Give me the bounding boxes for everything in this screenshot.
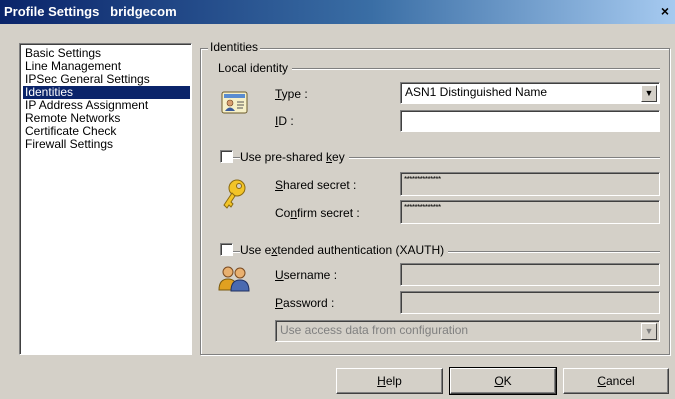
access-data-select[interactable]: Use access data from configuration ▼ [275, 320, 660, 342]
shared-secret-label: Shared secret : [275, 178, 357, 192]
chevron-down-icon[interactable]: ▼ [641, 323, 657, 340]
username-label: Username : [275, 268, 338, 282]
users-icon [218, 266, 250, 292]
use-xauth-checkbox[interactable] [220, 243, 233, 256]
profile-settings-dialog: Profile Settings bridgecom × Basic Setti… [0, 0, 675, 399]
use-preshared-key-label[interactable]: Use pre-shared key [240, 150, 349, 164]
confirm-secret-input[interactable]: ************** [400, 200, 660, 224]
identity-type-select[interactable]: ASN1 Distinguished Name ▼ [400, 82, 660, 104]
cancel-button[interactable]: Cancel [563, 368, 669, 394]
sidebar-item-firewall-settings[interactable]: Firewall Settings [23, 138, 115, 151]
confirm-secret-label: Confirm secret : [275, 206, 360, 220]
use-preshared-key-checkbox[interactable] [220, 150, 233, 163]
ok-button[interactable]: OK [449, 367, 557, 395]
password-input[interactable] [400, 291, 660, 314]
username-input[interactable] [400, 263, 660, 286]
key-icon [223, 179, 246, 209]
password-label: Password : [275, 296, 335, 310]
access-data-value: Use access data from configuration [280, 323, 469, 337]
window-title: Profile Settings bridgecom [4, 4, 177, 19]
help-button[interactable]: Help [336, 368, 443, 394]
title-bar[interactable]: Profile Settings bridgecom × [0, 0, 675, 24]
use-xauth-label[interactable]: Use extended authentication (XAUTH) [240, 243, 449, 257]
settings-category-list[interactable]: Basic Settings Line Management IPSec Gen… [19, 43, 192, 355]
chevron-down-icon[interactable]: ▼ [641, 85, 657, 102]
group-legend: Identities [208, 40, 261, 54]
shared-secret-input[interactable]: ************** [400, 172, 660, 196]
type-label: Type : [275, 87, 308, 101]
id-label: ID : [275, 114, 294, 128]
id-card-icon [221, 91, 248, 114]
identity-type-value: ASN1 Distinguished Name [405, 85, 548, 99]
close-button[interactable]: × [657, 4, 673, 18]
identity-id-input[interactable] [400, 110, 660, 132]
local-identity-heading: Local identity [218, 61, 293, 75]
